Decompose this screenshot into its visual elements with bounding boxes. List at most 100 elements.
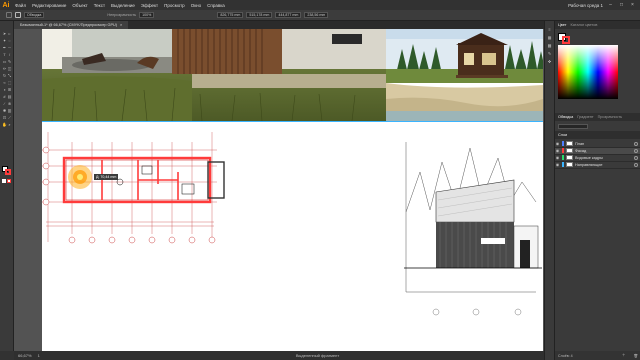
layer-thumbnail	[566, 162, 573, 168]
slice-tool-icon[interactable]: ⟋	[7, 115, 12, 120]
menu-view[interactable]: Просмотр	[161, 3, 188, 8]
symbols-panel-icon[interactable]: ✤	[547, 59, 552, 64]
new-layer-icon[interactable]: ＋	[622, 353, 626, 358]
layer-row[interactable]: ◉ Направляющие	[555, 162, 640, 169]
artboard-render-left[interactable]	[42, 29, 386, 121]
minimize-icon[interactable]: –	[607, 2, 614, 8]
menu-edit[interactable]: Редактирование	[29, 3, 69, 8]
landscape-render-image	[42, 29, 386, 121]
stroke-style-dropdown[interactable]: Обводка	[24, 12, 45, 18]
app-logo: Ai	[2, 1, 10, 9]
floor-plan-drawing	[42, 132, 225, 244]
workspace-switcher[interactable]: Рабочая среда 1	[568, 3, 603, 8]
lasso-tool-icon[interactable]: ◌	[7, 38, 12, 43]
layer-name[interactable]: Фасад	[575, 149, 634, 153]
line-tool-icon[interactable]: /	[7, 52, 12, 57]
eye-icon[interactable]: ◉	[555, 141, 560, 146]
artboard-elevation[interactable]	[386, 122, 543, 351]
tab-color-guide[interactable]: Каталог цветов	[571, 23, 598, 27]
menu-select[interactable]: Выделение	[108, 3, 138, 8]
stroke-weight-field[interactable]	[558, 124, 588, 129]
artboard-navigator[interactable]: 1	[38, 353, 40, 358]
gradient-tool-icon[interactable]: ▤	[7, 94, 12, 99]
target-icon[interactable]	[634, 162, 638, 167]
color-stroke-swatch[interactable]	[562, 36, 570, 44]
free-transform-tool-icon[interactable]: ⬚	[7, 80, 12, 85]
tab-gradient[interactable]: Градиент	[577, 115, 593, 119]
layer-name[interactable]: Направляющие	[575, 163, 634, 167]
close-icon[interactable]: ×	[629, 2, 636, 8]
h-field[interactable]: 238,56 mm	[304, 12, 329, 18]
paintbrush-tool-icon[interactable]: ✎	[7, 59, 12, 64]
layer-thumbnail	[566, 148, 573, 154]
none-color-icon[interactable]	[7, 179, 11, 183]
w-field[interactable]: 444,877 mm	[275, 12, 302, 18]
eye-icon[interactable]: ◉	[555, 155, 560, 160]
house-render-image	[386, 29, 543, 121]
eraser-tool-icon[interactable]: ◫	[7, 66, 12, 71]
menu-type[interactable]: Текст	[91, 3, 108, 8]
tab-transparency[interactable]: Прозрачность	[598, 115, 623, 119]
curvature-tool-icon[interactable]: ∽	[7, 45, 12, 50]
layer-color-chip	[562, 162, 564, 168]
canvas-area[interactable]: Д: 70,44 mm	[14, 29, 544, 351]
eye-icon[interactable]: ◉	[555, 148, 560, 153]
swatches-panel-icon[interactable]: ▩	[547, 43, 552, 48]
menu-help[interactable]: Справка	[204, 3, 228, 8]
color-mode-icon[interactable]	[2, 179, 6, 183]
stroke-panel-tabs: Обводка Градиент Прозрачность	[555, 113, 640, 121]
direct-selection-tool-icon[interactable]: ▹	[7, 31, 12, 36]
y-field[interactable]: 515,178 mm	[246, 12, 273, 18]
menu-file[interactable]: Файл	[12, 3, 29, 8]
trash-icon[interactable]: 🗑	[633, 354, 638, 358]
target-icon[interactable]	[634, 148, 638, 153]
opacity-label: Непрозрачность	[107, 13, 137, 17]
layer-name[interactable]: Видовые кадры	[575, 156, 634, 160]
menu-effect[interactable]: Эффект	[138, 3, 161, 8]
layers-panel-tabs: Слои	[555, 131, 640, 139]
tab-stroke[interactable]: Обводка	[558, 115, 573, 119]
stroke-swatch-icon[interactable]	[15, 12, 21, 18]
graph-tool-icon[interactable]: ▥	[7, 108, 12, 113]
menu-window[interactable]: Окно	[188, 3, 204, 8]
scale-tool-icon[interactable]: ⤡	[7, 73, 12, 78]
menu-bar: Ai Файл Редактирование Объект Текст Выде…	[0, 0, 640, 10]
brushes-panel-icon[interactable]: ✎	[547, 51, 552, 56]
fill-swatch-icon[interactable]	[6, 12, 12, 18]
target-icon[interactable]	[634, 141, 638, 146]
status-mode: Выделенный фрагмент	[295, 353, 340, 358]
measure-tooltip: Д: 70,44 mm	[94, 174, 119, 180]
color-spectrum[interactable]	[558, 45, 618, 99]
menubar-right: Рабочая среда 1 – □ ×	[568, 2, 640, 8]
target-icon[interactable]	[634, 155, 638, 160]
color-panel-tabs: Цвет Каталог цветов	[555, 21, 640, 29]
layer-row[interactable]: ◉ Видовые кадры	[555, 155, 640, 162]
layer-name[interactable]: План	[575, 142, 634, 146]
properties-panel-icon[interactable]: ≡	[547, 27, 552, 32]
tab-close-icon[interactable]: ×	[120, 23, 122, 27]
perspective-grid-tool-icon[interactable]: ⊞	[7, 87, 12, 92]
tools-panel: ➤ ▹ ✦ ◌ ✒ ∽ T / ▭ ✎ ✏ ◫ ↻ ⤡ ≈ ⬚ ◑ ⊞ # ▤ …	[0, 21, 14, 351]
libraries-panel-icon[interactable]: ▦	[547, 35, 552, 40]
elevation-drawing	[404, 142, 542, 316]
opacity-field[interactable]: 100%	[139, 12, 155, 18]
maximize-icon[interactable]: □	[618, 2, 625, 8]
layer-thumbnail	[566, 155, 573, 161]
menu-object[interactable]: Объект	[69, 3, 90, 8]
artboard-plan[interactable]: Д: 70,44 mm	[42, 122, 386, 351]
blend-tool-icon[interactable]: ⊗	[7, 101, 12, 106]
status-bar: 66,67% 1 Выделенный фрагмент	[14, 351, 544, 360]
artboard-render-right[interactable]	[386, 29, 543, 121]
x-field[interactable]: 826,775 mm	[217, 12, 244, 18]
collapsed-panels-strip: ≡ ▦ ▩ ✎ ✤	[544, 21, 554, 360]
zoom-level[interactable]: 66,67%	[18, 353, 32, 358]
layer-row[interactable]: ◉ Фасад	[555, 148, 640, 155]
layer-row[interactable]: ◉ План	[555, 141, 640, 148]
document-tab[interactable]: Безымянный-1* @ 66,67% (CMYK/Предпросмот…	[14, 21, 129, 29]
tab-layers[interactable]: Слои	[558, 133, 567, 137]
zoom-tool-icon[interactable]: ⌕	[7, 122, 12, 127]
eye-icon[interactable]: ◉	[555, 162, 560, 167]
layer-color-chip	[562, 155, 564, 161]
stroke-color-icon[interactable]	[5, 169, 11, 175]
tab-color[interactable]: Цвет	[558, 23, 567, 27]
